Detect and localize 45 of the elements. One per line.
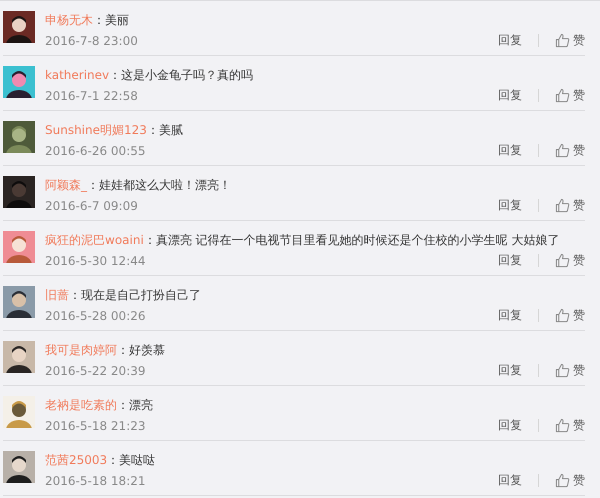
thumbs-up-icon [555,253,570,268]
thumbs-up-icon [555,88,570,103]
thumbs-up-icon [555,363,570,378]
comment-text: ：美丽 [93,13,129,27]
reply-button[interactable]: 回复 [498,472,522,489]
reply-button[interactable]: 回复 [498,417,522,434]
reply-button[interactable]: 回复 [498,362,522,379]
reply-button[interactable]: 回复 [498,252,522,269]
comment-time: 2016-5-18 21:23 [45,418,146,432]
like-button[interactable]: 赞 [555,32,585,49]
comment-text: ：美腻 [146,123,183,137]
thumbs-up-icon [555,33,570,48]
comment-time: 2016-5-18 18:21 [45,474,146,488]
comment-text: ：现在是自己打扮自己了 [69,288,201,302]
comment-text: ：娃娃都这么大啦！漂亮！ [87,178,231,192]
comment-time: 2016-6-26 00:55 [45,144,146,158]
comment-text: ：美哒哒 [107,453,156,467]
comment-text: ：真漂亮 记得在一个电视节目里看见她的时候还是个住校的小学生呢 大姑娘了 [144,233,560,247]
comment-time: 2016-5-22 20:39 [45,364,146,378]
comment-text: ：这是小金龟子吗？真的吗 [109,68,254,82]
comment-time: 2016-5-30 12:44 [45,254,146,268]
like-button[interactable]: 赞 [555,142,585,159]
like-button[interactable]: 赞 [555,417,585,434]
thumbs-up-icon [555,473,570,488]
reply-button[interactable]: 回复 [498,87,522,104]
reply-button[interactable]: 回复 [498,142,522,159]
thumbs-up-icon [555,308,570,323]
like-button[interactable]: 赞 [555,362,585,379]
comment-time: 2016-7-8 23:00 [45,34,138,48]
thumbs-up-icon [555,418,570,433]
like-button[interactable]: 赞 [555,87,585,104]
like-button[interactable]: 赞 [555,197,585,214]
like-button[interactable]: 赞 [555,252,585,269]
reply-button[interactable]: 回复 [498,307,522,324]
reply-button[interactable]: 回复 [498,32,522,49]
comment-text: ：漂亮 [117,398,153,412]
comment-time: 2016-5-28 00:26 [45,308,146,322]
comment-time: 2016-6-7 09:09 [45,198,138,212]
like-button[interactable]: 赞 [555,307,585,324]
thumbs-up-icon [555,143,570,158]
reply-button[interactable]: 回复 [498,197,522,214]
like-button[interactable]: 赞 [555,472,585,489]
comment-text: ：好羡慕 [117,343,165,357]
thumbs-up-icon [555,198,570,213]
comment-time: 2016-7-1 22:58 [45,88,138,102]
